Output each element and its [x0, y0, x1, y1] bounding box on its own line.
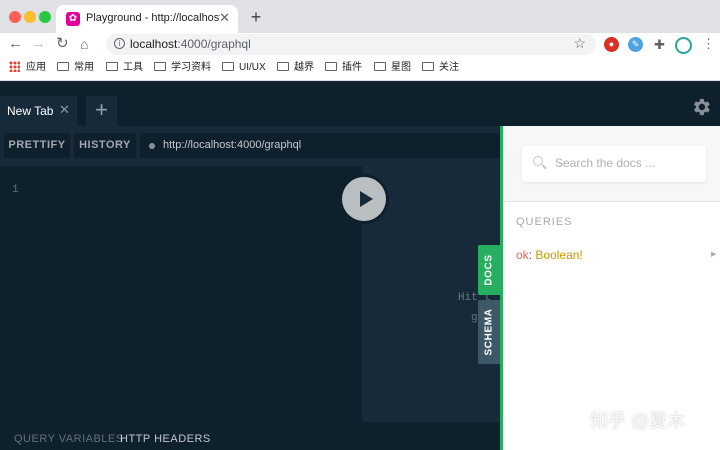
folder-icon — [325, 62, 337, 71]
connection-status-dot — [149, 143, 155, 149]
folder-icon — [154, 62, 166, 71]
play-icon — [360, 191, 373, 207]
site-info-icon[interactable]: i — [114, 38, 125, 49]
bookmark-star-icon[interactable]: ☆ — [573, 35, 586, 52]
close-tab-icon[interactable]: ✕ — [219, 10, 230, 26]
history-button[interactable]: HISTORY — [74, 133, 136, 158]
back-icon[interactable]: ← — [8, 34, 23, 54]
playground-tab[interactable]: New Tab ✕ — [0, 96, 77, 126]
bookmark-folder[interactable]: 学习资料 — [154, 61, 211, 75]
docs-search-placeholder: Search the docs ... — [555, 156, 656, 170]
browser-tab[interactable]: ✿ Playground - http://localhost:4 ✕ — [56, 5, 238, 33]
graphql-favicon-icon: ✿ — [66, 12, 80, 26]
schema-side-tab[interactable]: SCHEMA — [478, 300, 500, 364]
adblock-extension-icon[interactable]: ● — [604, 37, 619, 52]
query-variables-tab[interactable]: QUERY VARIABLES — [14, 433, 124, 445]
minimize-window-button[interactable] — [24, 11, 36, 23]
bookmark-apps[interactable]: 应用 — [9, 61, 46, 75]
search-icon — [533, 156, 543, 166]
execute-query-button[interactable] — [339, 174, 389, 224]
close-window-button[interactable] — [9, 11, 21, 23]
folder-icon — [374, 62, 386, 71]
bookmark-folder[interactable]: 常用 — [57, 61, 94, 75]
bookmark-folder[interactable]: 越界 — [277, 61, 314, 75]
expand-arrow-icon[interactable]: ▶ — [711, 250, 716, 258]
bookmark-folder[interactable]: 星图 — [374, 61, 411, 75]
apps-grid-icon — [9, 61, 20, 72]
folder-icon — [222, 62, 234, 71]
folder-icon — [57, 62, 69, 71]
field-type[interactable]: Boolean! — [535, 248, 582, 262]
docs-side-tab[interactable]: DOCS — [478, 245, 500, 295]
bookmark-folder[interactable]: 关注 — [422, 61, 459, 75]
queries-section-label: QUERIES — [516, 216, 573, 228]
docs-search-input[interactable]: Search the docs ... — [522, 146, 706, 182]
new-browser-tab-button[interactable]: + — [246, 6, 266, 28]
watermark: 知乎 @夏木 — [590, 411, 686, 431]
http-headers-tab[interactable]: HTTP HEADERS — [120, 433, 211, 445]
home-icon[interactable]: ⌂ — [80, 34, 88, 54]
browser-tab-title: Playground - http://localhost:4 — [86, 12, 220, 24]
folder-icon — [106, 62, 118, 71]
endpoint-input[interactable]: http://localhost:4000/graphql — [140, 133, 500, 158]
settings-gear-icon[interactable] — [690, 96, 712, 118]
bookmark-folder[interactable]: UI/UX — [222, 61, 266, 75]
folder-icon — [277, 62, 289, 71]
line-number: 1 — [12, 184, 19, 196]
forward-icon[interactable]: → — [31, 34, 46, 54]
extensions-puzzle-icon[interactable]: ✚ — [652, 37, 667, 52]
close-tab-icon[interactable]: ✕ — [59, 102, 70, 118]
field-name: ok — [516, 248, 529, 262]
address-bar[interactable]: i localhost:4000/graphql ☆ — [106, 34, 596, 55]
play-button-circle — [342, 177, 386, 221]
query-editor[interactable] — [0, 166, 362, 422]
pen-extension-icon[interactable]: ✎ — [628, 37, 643, 52]
maximize-window-button[interactable] — [39, 11, 51, 23]
bookmarks-bar: 应用 常用 工具 学习资料 UI/UX 越界 插件 星图 关注 — [0, 57, 720, 81]
prettify-button[interactable]: PRETTIFY — [4, 133, 70, 158]
docs-side-tab-label: DOCS — [483, 254, 495, 286]
reload-icon[interactable]: ↻ — [56, 34, 69, 54]
add-tab-button[interactable]: + — [86, 96, 117, 126]
address-url: localhost:4000/graphql — [130, 37, 251, 51]
menu-kebab-icon[interactable]: ⋮ — [701, 37, 716, 52]
endpoint-url: http://localhost:4000/graphql — [163, 139, 302, 151]
playground-tab-label: New Tab — [7, 104, 54, 118]
schema-side-tab-label: SCHEMA — [483, 308, 495, 356]
result-hint-text: g — [471, 312, 478, 324]
field-separator: : — [528, 248, 533, 262]
bookmark-folder[interactable]: 工具 — [106, 61, 143, 75]
folder-icon — [422, 62, 434, 71]
query-field-ok[interactable]: ok: Boolean! — [516, 248, 583, 262]
target-extension-icon[interactable] — [675, 37, 692, 54]
bookmark-folder[interactable]: 插件 — [325, 61, 362, 75]
